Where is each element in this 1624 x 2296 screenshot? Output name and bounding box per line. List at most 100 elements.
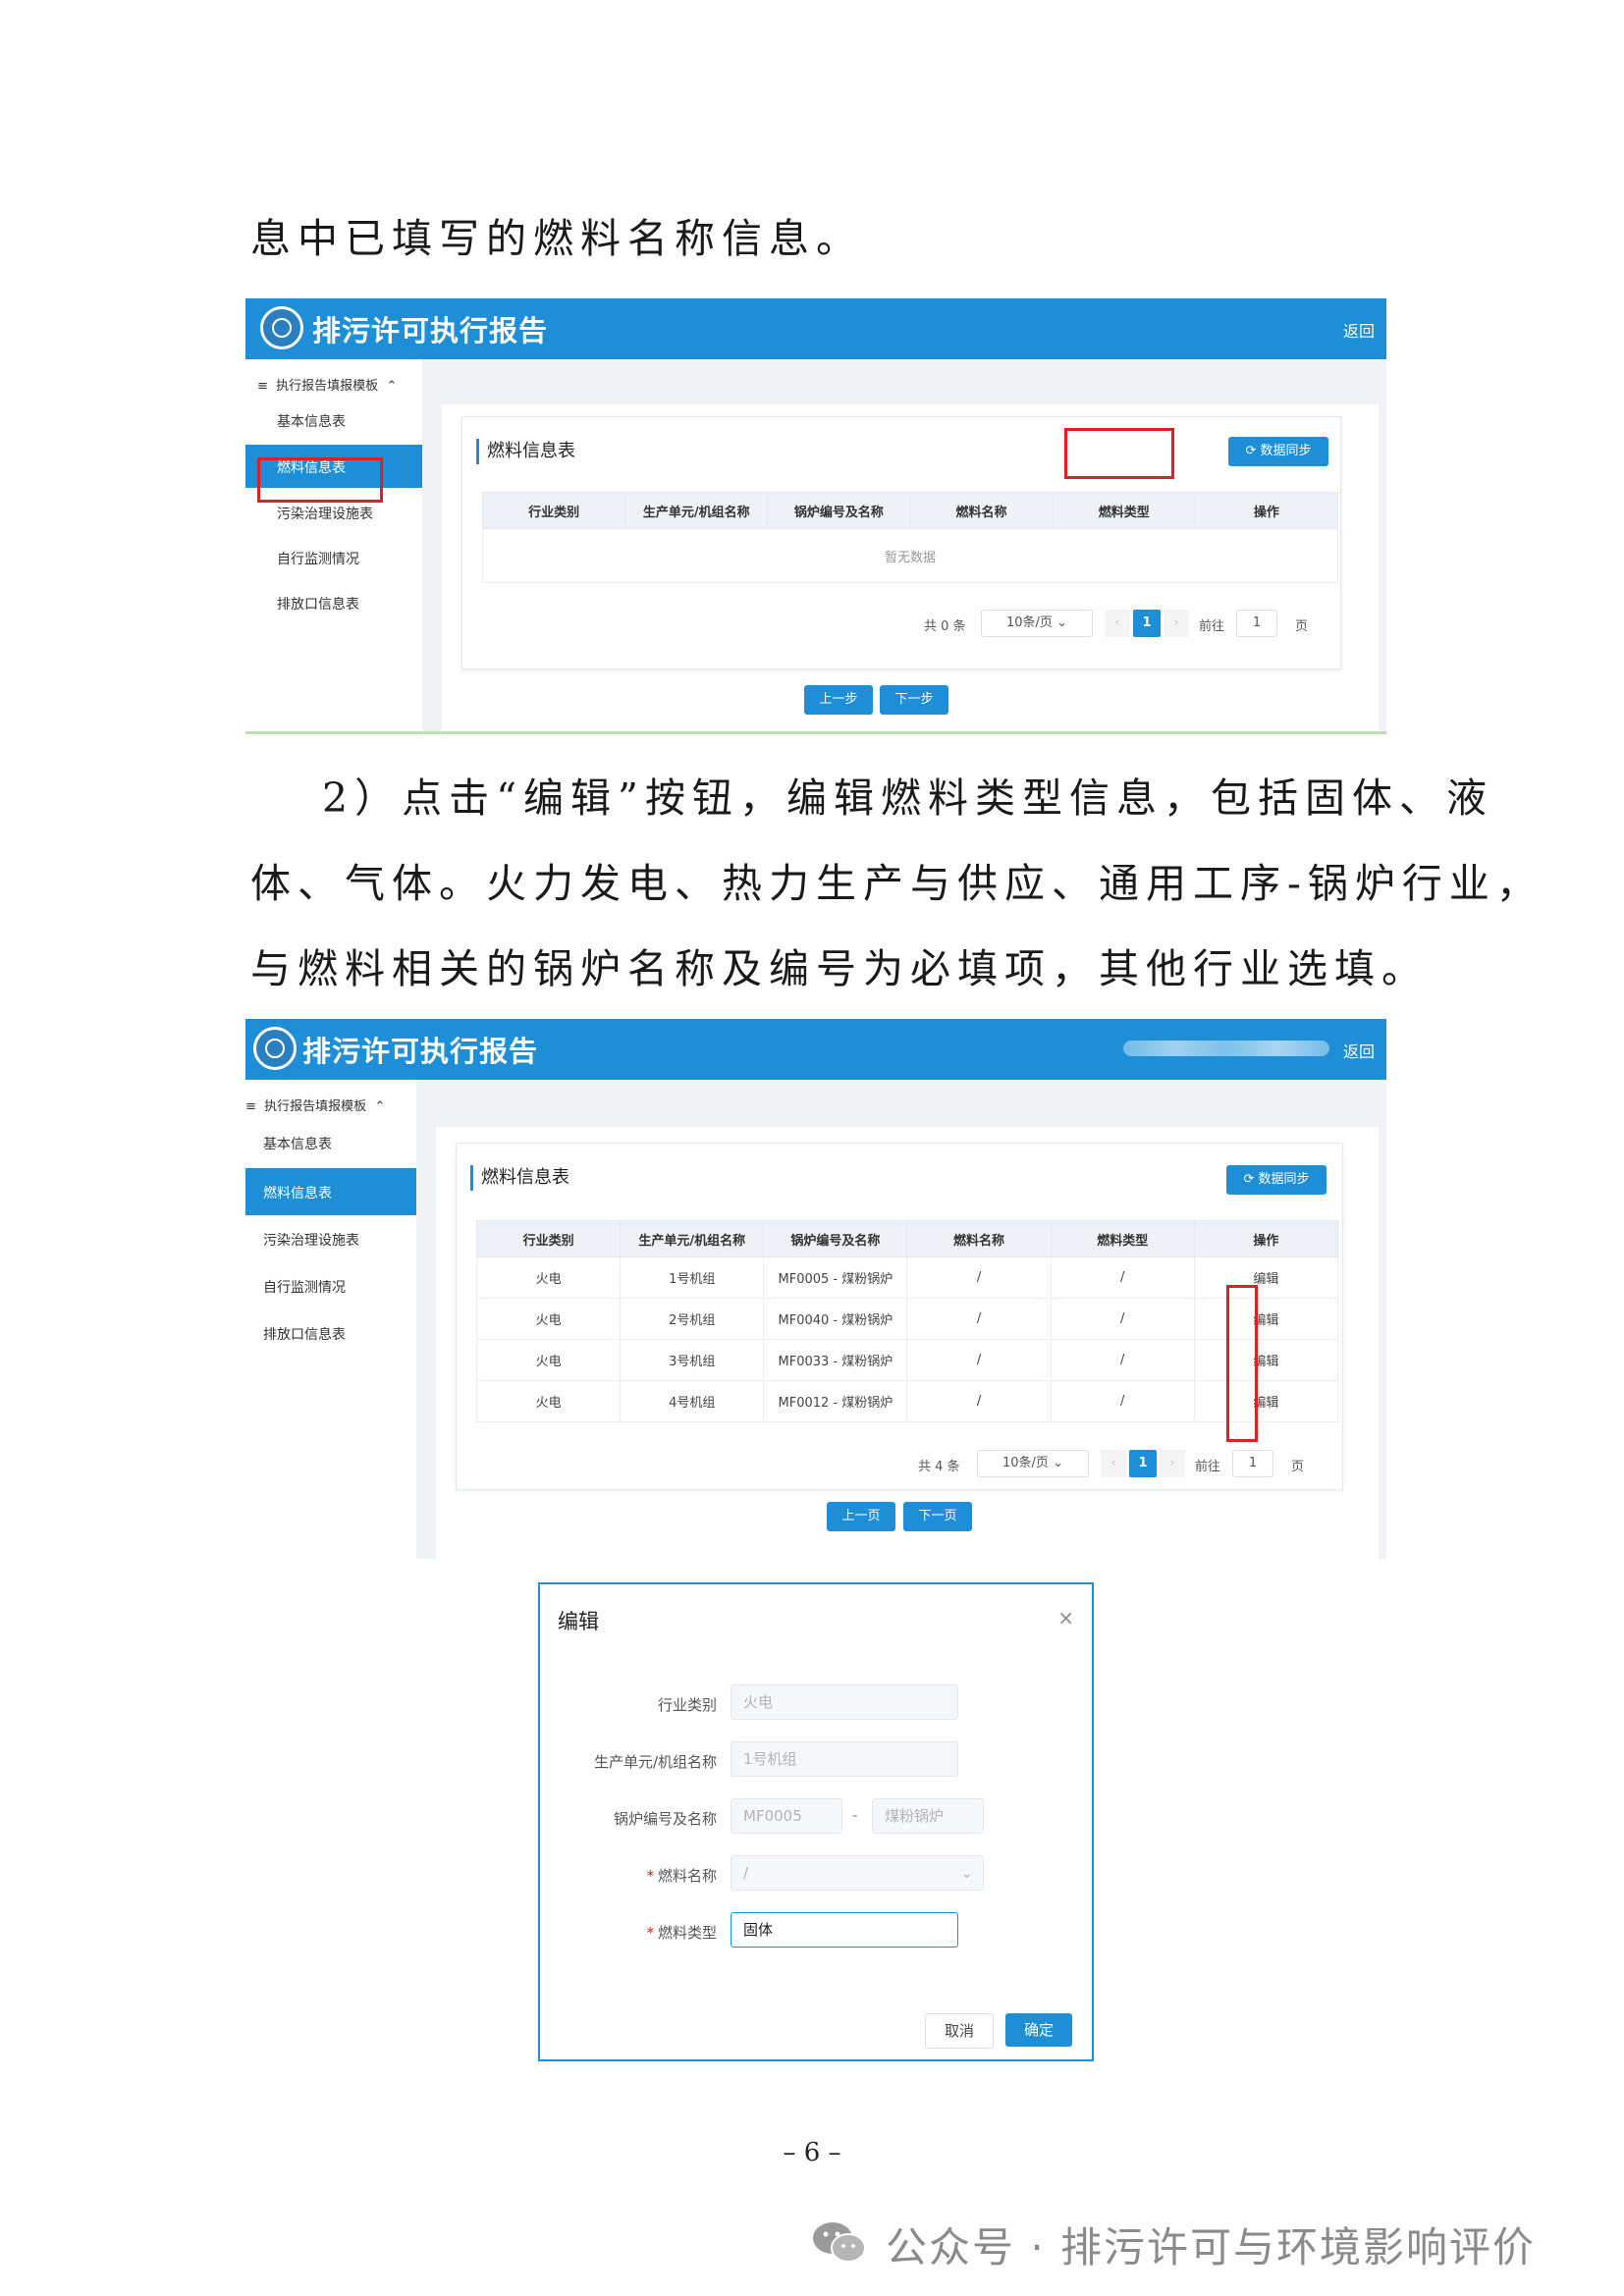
col-fuel-type: 燃料类型	[1052, 492, 1196, 529]
sidebar-item-monitoring[interactable]: 自行监测情况	[245, 536, 422, 579]
app-header: 排污许可执行报告 返回	[245, 1019, 1386, 1080]
refresh-icon: ⟳	[1243, 1172, 1259, 1187]
card-title: 燃料信息表	[476, 439, 575, 464]
chevron-down-icon: ⌄	[960, 1864, 973, 1882]
col-fuel-name: 燃料名称	[909, 492, 1054, 529]
refresh-icon: ⟳	[1245, 444, 1261, 458]
fuel-type-input[interactable]: 固体	[731, 1912, 958, 1948]
edit-link[interactable]: 编辑	[1193, 1256, 1339, 1299]
empty-text: 暂无数据	[482, 528, 1338, 583]
app-header: 排污许可执行报告 返回	[245, 298, 1386, 359]
watermark-text: 公众号 · 排污许可与环境影响评价	[886, 2223, 1537, 2271]
boiler-separator: -	[852, 1806, 858, 1824]
prev-page-button[interactable]: 上一页	[827, 1502, 895, 1531]
col-industry: 行业类别	[481, 492, 626, 529]
fuel-name-select[interactable]: / ⌄	[731, 1855, 984, 1891]
table-row: 火电 2号机组 MF0040 - 煤粉锅炉 / / 编辑	[475, 1298, 1339, 1340]
page-size-select[interactable]: 10条/页 ⌄	[981, 610, 1093, 637]
sidebar-item-monitoring[interactable]: 自行监测情况	[245, 1264, 416, 1308]
prev-page-arrow[interactable]: ‹	[1105, 610, 1130, 637]
content-area: 燃料信息表 ⟳ 数据同步 行业类别 生产单元/机组名称 锅炉编号及名称 燃料名称…	[442, 404, 1379, 734]
menu-icon: ≡	[245, 1099, 265, 1114]
pagination: 共 0 条 10条/页 ⌄ ‹ 1 › 前往 1 页	[924, 610, 1336, 639]
highlight-edit-links	[1226, 1285, 1258, 1442]
page-unit: 页	[1295, 619, 1309, 634]
confirm-button[interactable]: 确定	[1005, 2013, 1072, 2047]
label-fuel-type: * 燃料类型	[646, 1924, 717, 1942]
app-title: 排污许可执行报告	[312, 314, 549, 347]
required-mark: *	[646, 1867, 654, 1885]
industry-field[interactable]: 火电	[731, 1684, 958, 1720]
sidebar-item-outlet[interactable]: 排放口信息表	[245, 1311, 416, 1355]
next-page-arrow[interactable]: ›	[1160, 1450, 1185, 1477]
fuel-card: 燃料信息表 ⟳ 数据同步 行业类别 生产单元/机组名称 锅炉编号及名称 燃料名称…	[461, 416, 1341, 669]
col-action: 操作	[1193, 1220, 1339, 1257]
sidebar: ≡ 执行报告填报模板 ⌃ 基本信息表 燃料信息表 污染治理设施表 自行监测情况 …	[245, 1080, 416, 1559]
table-row: 火电 1号机组 MF0005 - 煤粉锅炉 / / 编辑	[475, 1256, 1339, 1299]
required-mark: *	[646, 1924, 654, 1942]
pagination: 共 4 条 10条/页 ⌄ ‹ 1 › 前往 1 页	[918, 1450, 1330, 1479]
sidebar-item-basic[interactable]: 基本信息表	[245, 399, 422, 442]
chevron-up-icon: ⌃	[378, 379, 398, 394]
goto-input[interactable]: 1	[1232, 1450, 1273, 1477]
app-title: 排污许可执行报告	[302, 1035, 539, 1068]
unit-field[interactable]: 1号机组	[731, 1741, 958, 1777]
sidebar-group[interactable]: ≡ 执行报告填报模板 ⌃	[245, 1095, 385, 1114]
goto-label: 前往	[1199, 619, 1225, 634]
text-line-0: 息中已填写的燃料名称信息。	[250, 215, 863, 262]
goto-input[interactable]: 1	[1236, 610, 1277, 637]
table-header-row: 行业类别 生产单元/机组名称 锅炉编号及名称 燃料名称 燃料类型 操作	[481, 492, 1339, 529]
chevron-up-icon: ⌃	[366, 1099, 386, 1114]
edit-link[interactable]: 编辑	[1193, 1380, 1339, 1422]
sync-button[interactable]: ⟳ 数据同步	[1226, 1165, 1326, 1195]
boiler-no-field[interactable]: MF0005	[731, 1798, 842, 1834]
table-header-row: 行业类别 生产单元/机组名称 锅炉编号及名称 燃料名称 燃料类型 操作	[475, 1220, 1339, 1257]
boiler-name-field[interactable]: 煤粉锅炉	[872, 1798, 984, 1834]
screenshot-fuel-empty: 排污许可执行报告 返回 ≡ 执行报告填报模板 ⌃ 基本信息表 燃料信息表 污染治…	[245, 298, 1386, 734]
fuel-card: 燃料信息表 ⟳ 数据同步 行业类别 生产单元/机组名称 锅炉编号及名称 燃料名称…	[456, 1143, 1343, 1490]
label-boiler: 锅炉编号及名称	[613, 1810, 717, 1828]
sidebar-item-pollution[interactable]: 污染治理设施表	[245, 1217, 416, 1260]
sidebar-group-label: 执行报告填报模板	[276, 379, 379, 394]
prev-page-arrow[interactable]: ‹	[1101, 1450, 1126, 1477]
edit-link[interactable]: 编辑	[1193, 1298, 1339, 1340]
chevron-down-icon: ⌄	[1056, 615, 1067, 630]
fuel-table: 行业类别 生产单元/机组名称 锅炉编号及名称 燃料名称 燃料类型 操作 暂无数据	[481, 492, 1339, 583]
col-fuel-name: 燃料名称	[906, 1220, 1052, 1257]
next-page-button[interactable]: 下一页	[903, 1502, 972, 1531]
logo-icon	[260, 306, 303, 349]
close-icon[interactable]: ×	[1057, 1606, 1074, 1629]
total-count: 共 4 条	[918, 1460, 960, 1474]
next-page-arrow[interactable]: ›	[1164, 610, 1189, 637]
sidebar-group-label: 执行报告填报模板	[264, 1099, 367, 1114]
goto-label: 前往	[1195, 1460, 1221, 1474]
sidebar-item-basic[interactable]: 基本信息表	[245, 1121, 416, 1164]
next-step-button[interactable]: 下一步	[880, 685, 948, 715]
text-line-1: 2）点击“编辑”按钮，编辑燃料类型信息，包括固体、液	[322, 774, 1494, 822]
wechat-icon	[813, 2222, 866, 2263]
page-number: – 6 –	[783, 2138, 841, 2167]
sidebar-group[interactable]: ≡ 执行报告填报模板 ⌃	[257, 375, 397, 394]
sidebar: ≡ 执行报告填报模板 ⌃ 基本信息表 燃料信息表 污染治理设施表 自行监测情况 …	[245, 359, 422, 734]
sync-button[interactable]: ⟳ 数据同步	[1228, 437, 1328, 466]
page-size-select[interactable]: 10条/页 ⌄	[977, 1450, 1089, 1477]
col-boiler: 锅炉编号及名称	[767, 492, 911, 529]
prev-step-button[interactable]: 上一步	[804, 685, 873, 715]
blurred-user-info	[1123, 1041, 1329, 1056]
back-link[interactable]: 返回	[1343, 1039, 1375, 1062]
current-page[interactable]: 1	[1133, 610, 1161, 637]
label-unit: 生产单元/机组名称	[593, 1753, 717, 1771]
content-area: 燃料信息表 ⟳ 数据同步 行业类别 生产单元/机组名称 锅炉编号及名称 燃料名称…	[436, 1127, 1379, 1559]
col-fuel-type: 燃料类型	[1050, 1220, 1195, 1257]
sidebar-item-fuel[interactable]: 燃料信息表	[245, 1168, 416, 1215]
dialog-title: 编辑	[558, 1610, 599, 1633]
edit-link[interactable]: 编辑	[1193, 1339, 1339, 1381]
back-link[interactable]: 返回	[1343, 318, 1375, 342]
screenshot-fuel-list: 排污许可执行报告 返回 ≡ 执行报告填报模板 ⌃ 基本信息表 燃料信息表 污染治…	[245, 1019, 1386, 1559]
cancel-button[interactable]: 取消	[925, 2013, 994, 2049]
logo-icon	[253, 1027, 297, 1070]
current-page[interactable]: 1	[1129, 1450, 1157, 1477]
table-row: 火电 4号机组 MF0012 - 煤粉锅炉 / / 编辑	[475, 1380, 1339, 1422]
chevron-down-icon: ⌄	[1053, 1456, 1063, 1470]
sidebar-item-outlet[interactable]: 排放口信息表	[245, 581, 422, 624]
